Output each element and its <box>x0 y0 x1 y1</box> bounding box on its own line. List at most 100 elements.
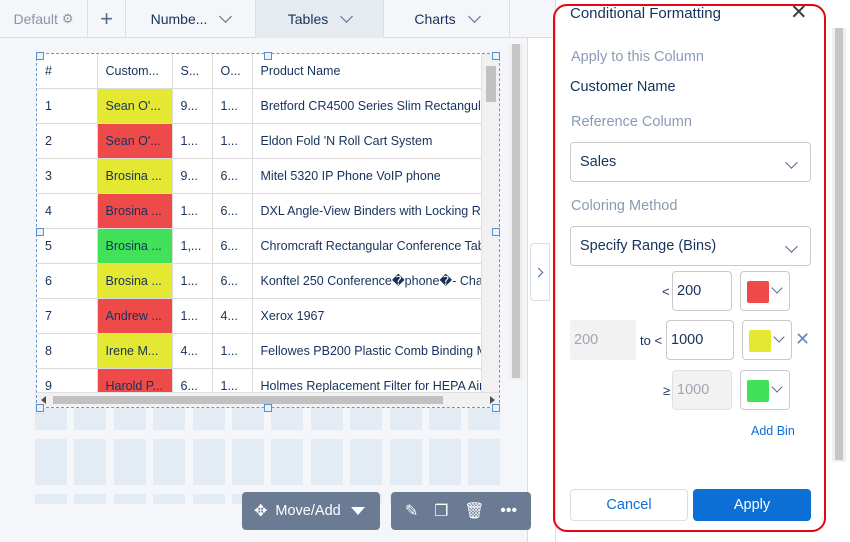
more-icon[interactable]: ••• <box>500 502 517 520</box>
canvas-scroll-thumb[interactable] <box>512 44 520 378</box>
column-header-product[interactable]: Product Name <box>252 54 484 89</box>
chevron-right-icon <box>533 267 544 277</box>
tab-charts-label: Charts <box>414 11 456 27</box>
chevron-down-icon <box>467 10 481 23</box>
table-row[interactable]: 1 Sean O'... 9... 1... Bretford CR4500 Serie… <box>37 88 484 124</box>
bin-1-color-picker[interactable] <box>740 271 790 311</box>
resize-handle[interactable] <box>264 404 272 412</box>
bin-1-value-input[interactable]: 200 <box>672 271 732 311</box>
row-number-cell: 3 <box>37 158 98 194</box>
layout-default-label: Default <box>13 11 58 27</box>
close-icon[interactable]: ✕ <box>790 2 808 23</box>
move-add-button[interactable]: ✥ Move/Add <box>242 492 380 530</box>
tab-tables[interactable]: Tables <box>256 0 384 38</box>
panel-scroll-thumb[interactable] <box>835 28 843 460</box>
product-name-cell: Mitel 5320 IP Phone VoIP phone <box>252 158 484 194</box>
table-row[interactable]: 3 Brosina ... 9... 6... Mitel 5320 IP Phone … <box>37 158 484 194</box>
sales-cell: 1... <box>172 193 213 229</box>
canvas-scrollbar[interactable] <box>509 44 523 380</box>
table-horizontal-thumb[interactable] <box>53 396 443 404</box>
pencil-icon[interactable]: ✎ <box>405 501 418 521</box>
widget-actions-toolbar: ✎ ❐ 🗑 ••• <box>391 492 531 530</box>
row-number-cell: 1 <box>37 88 98 124</box>
resize-handle[interactable] <box>492 228 500 236</box>
bin-2-value-input[interactable]: 1000 <box>666 320 734 360</box>
chevron-down-icon <box>219 10 233 23</box>
sales-cell: 1... <box>172 263 213 299</box>
data-table: # Custom... S... O... Product Name 1 Sean… <box>37 54 484 404</box>
resize-handle[interactable] <box>36 52 44 60</box>
table-row[interactable]: 6 Brosina ... 1... 6... Konftel 250 Conferen… <box>37 263 484 299</box>
trash-icon[interactable]: 🗑 <box>464 501 484 521</box>
orders-cell: 4... <box>212 298 253 334</box>
table-scroll-thumb[interactable] <box>486 66 496 102</box>
grid-cell <box>153 439 186 485</box>
orders-cell: 6... <box>212 193 253 229</box>
apply-button[interactable]: Apply <box>693 489 811 521</box>
orders-cell: 1... <box>212 123 253 159</box>
panel-scrollbar[interactable] <box>832 28 846 462</box>
add-widget-button[interactable]: + <box>88 0 126 38</box>
layout-default-button[interactable]: Default ⚙ <box>0 0 88 38</box>
table-row[interactable]: 8 Irene M... 4... 1... Fellowes PB200 Plasti… <box>37 333 484 369</box>
product-name-cell: Eldon Fold 'N Roll Cart System <box>252 123 484 159</box>
grid-cell <box>74 494 107 504</box>
table-row[interactable]: 5 Brosina ... 1,... 6... Chromcraft Rectangu… <box>37 228 484 264</box>
clone-icon[interactable]: ❐ <box>434 501 448 521</box>
table-row[interactable]: 4 Brosina ... 1... 6... DXL Angle-View Binde… <box>37 193 484 229</box>
grid-cell <box>468 439 501 485</box>
product-name-cell: Konftel 250 Conference�phone�- Char <box>252 263 484 299</box>
sales-cell: 4... <box>172 333 213 369</box>
bin-3-color-picker[interactable] <box>740 370 790 410</box>
chevron-down-icon <box>771 282 783 294</box>
scroll-right-icon[interactable] <box>490 396 495 404</box>
resize-handle[interactable] <box>36 404 44 412</box>
coloring-method-select[interactable]: Specify Range (Bins) <box>570 226 811 266</box>
grid-cell <box>350 439 383 485</box>
tab-charts[interactable]: Charts <box>384 0 510 38</box>
bin-2-from-value: 200 <box>570 320 636 360</box>
bin-2-value: 1000 <box>671 332 704 348</box>
move-icon: ✥ <box>254 503 268 520</box>
color-swatch <box>747 281 769 303</box>
column-header-customer[interactable]: Custom... <box>97 54 173 89</box>
cancel-button[interactable]: Cancel <box>570 489 688 521</box>
product-name-cell: DXL Angle-View Binders with Locking Rin <box>252 193 484 229</box>
column-header-orders[interactable]: O... <box>212 54 253 89</box>
panel-toggle-button[interactable] <box>530 243 550 301</box>
table-vertical-scrollbar[interactable] <box>481 54 499 394</box>
orders-cell: 6... <box>212 158 253 194</box>
resize-handle[interactable] <box>492 404 500 412</box>
table-row[interactable]: 7 Andrew ... 1... 4... Xerox 1967 <box>37 298 484 334</box>
add-bin-link[interactable]: Add Bin <box>751 424 795 438</box>
sales-cell: 9... <box>172 158 213 194</box>
product-name-cell: Xerox 1967 <box>252 298 484 334</box>
sales-cell: 1... <box>172 298 213 334</box>
reference-column-select[interactable]: Sales <box>570 142 811 182</box>
grid-cell <box>153 494 186 504</box>
resize-handle[interactable] <box>264 52 272 60</box>
customer-name-cell: Sean O'... <box>97 88 173 124</box>
table-row[interactable]: 2 Sean O'... 1... 1... Eldon Fold 'N Roll Ca… <box>37 123 484 159</box>
product-name-cell: Fellowes PB200 Plastic Comb Binding Ma <box>252 333 484 369</box>
dashboard-toolbar: Default ⚙ + Numbe... Tables Charts <box>0 0 555 38</box>
resize-handle[interactable] <box>492 52 500 60</box>
grid-cell <box>271 439 304 485</box>
product-name-cell: Chromcraft Rectangular Conference Table <box>252 228 484 264</box>
customer-name-cell: Irene M... <box>97 333 173 369</box>
scroll-left-icon[interactable] <box>41 396 46 404</box>
reference-column-label: Reference Column <box>571 114 692 130</box>
table-widget[interactable]: # Custom... S... O... Product Name 1 Sean… <box>36 53 500 408</box>
grid-cell <box>113 494 146 504</box>
tab-numbers-label: Numbe... <box>150 11 208 27</box>
resize-handle[interactable] <box>36 228 44 236</box>
bin-2-color-picker[interactable] <box>742 320 792 360</box>
sales-cell: 1,... <box>172 228 213 264</box>
column-header-sales[interactable]: S... <box>172 54 213 89</box>
column-header-number[interactable]: # <box>37 54 98 89</box>
remove-bin-icon[interactable]: ✕ <box>795 330 810 348</box>
bin-3-value-input: 1000 <box>672 370 732 410</box>
move-add-label: Move/Add <box>275 503 341 519</box>
tab-numbers[interactable]: Numbe... <box>126 0 256 38</box>
sales-cell: 1... <box>172 123 213 159</box>
